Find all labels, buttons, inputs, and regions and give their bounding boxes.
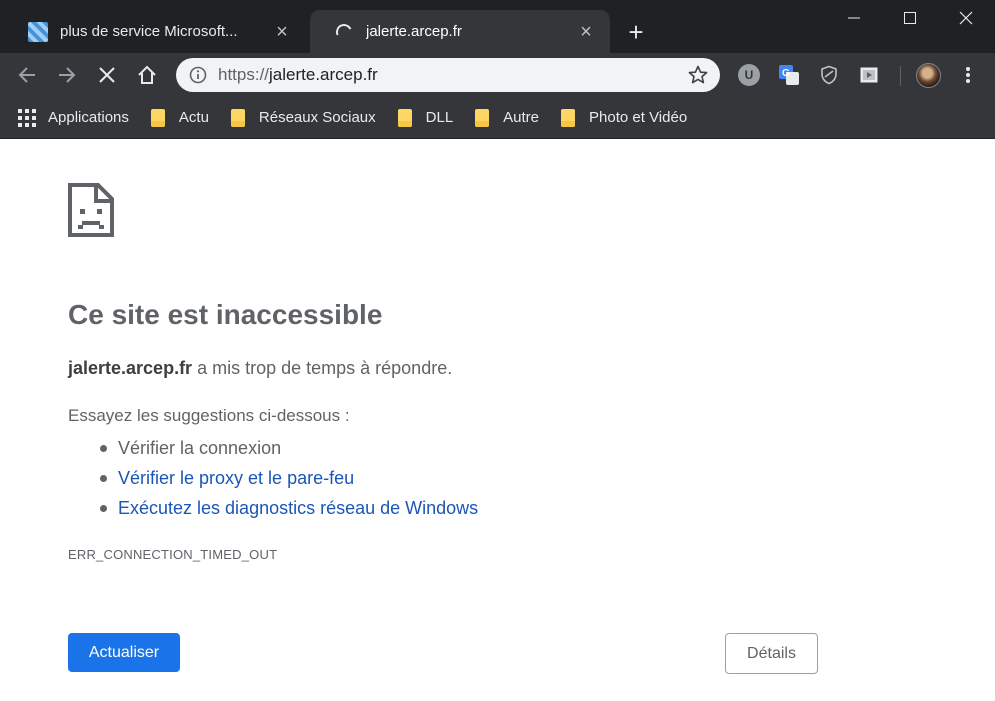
error-summary-text: a mis trop de temps à répondre. <box>192 358 453 378</box>
bookmark-label: Actu <box>178 109 209 126</box>
video-icon[interactable] <box>858 64 880 86</box>
bookmark-dll[interactable]: DLL <box>397 108 454 127</box>
error-heading: Ce site est inaccessible <box>68 299 383 330</box>
minimize-button[interactable] <box>826 0 882 36</box>
error-page: Ce site est inaccessible jalerte.arcep.f… <box>0 139 995 701</box>
avatar[interactable] <box>916 63 941 88</box>
more-menu-icon[interactable] <box>956 63 980 87</box>
folder-icon <box>150 108 165 127</box>
microsoft-favicon-icon <box>28 21 48 42</box>
url-host: jalerte.arcep.fr <box>269 65 378 84</box>
bookmark-applications[interactable]: Applications <box>18 108 129 127</box>
shield-icon[interactable] <box>818 64 840 86</box>
svg-text:G: G <box>782 68 790 79</box>
stop-icon <box>99 67 115 83</box>
suggestion-check-proxy-link[interactable]: Vérifier le proxy et le pare-feu <box>100 463 478 493</box>
folder-icon <box>561 108 576 127</box>
details-button[interactable]: Détails <box>725 633 818 674</box>
back-icon <box>18 67 35 83</box>
minimize-icon <box>848 17 860 19</box>
error-summary: jalerte.arcep.fr a mis trop de temps à r… <box>68 358 452 379</box>
stop-button[interactable] <box>91 59 123 91</box>
info-icon[interactable] <box>188 65 208 85</box>
toolbar: https://jalerte.arcep.fr U G <box>0 53 995 97</box>
folder-icon <box>230 108 245 127</box>
forward-button[interactable] <box>51 59 83 91</box>
bookmark-photo-et-video[interactable]: Photo et Vidéo <box>561 108 688 127</box>
tab-jalerte[interactable]: jalerte.arcep.fr × <box>310 10 610 53</box>
close-icon <box>959 11 973 25</box>
suggestion-check-connection: Vérifier la connexion <box>100 433 478 463</box>
close-window-button[interactable] <box>938 0 994 36</box>
tab-title: jalerte.arcep.fr <box>366 23 462 40</box>
url-text: https://jalerte.arcep.fr <box>218 65 686 85</box>
bookmark-autre[interactable]: Autre <box>475 108 540 127</box>
title-bar: plus de service Microsoft... × jalerte.a… <box>0 0 995 53</box>
close-icon[interactable]: × <box>576 22 596 42</box>
loading-spinner-icon <box>333 21 355 42</box>
close-icon[interactable]: × <box>272 22 292 42</box>
bookmark-reseaux-sociaux[interactable]: Réseaux Sociaux <box>230 108 376 127</box>
error-code: ERR_CONNECTION_TIMED_OUT <box>68 547 278 562</box>
url-scheme: https:// <box>218 65 270 84</box>
home-button[interactable] <box>131 59 163 91</box>
sad-page-icon <box>68 183 114 237</box>
tab-title: plus de service Microsoft... <box>60 23 238 40</box>
maximize-button[interactable] <box>882 0 938 36</box>
forward-icon <box>59 67 76 83</box>
tab-microsoft[interactable]: plus de service Microsoft... × <box>4 10 306 53</box>
bookmark-label: Applications <box>48 109 129 126</box>
suggestion-windows-diagnostics-link[interactable]: Exécutez les diagnostics réseau de Windo… <box>100 493 478 523</box>
new-tab-button[interactable]: + <box>622 17 650 47</box>
bookmarks-bar: Applications Actu Réseaux Sociaux DLL Au… <box>0 97 995 139</box>
maximize-icon <box>904 12 916 24</box>
apps-grid-icon <box>18 108 36 127</box>
back-button[interactable] <box>11 59 43 91</box>
suggestions-list: Vérifier la connexion Vérifier le proxy … <box>100 433 478 523</box>
suggestions-title: Essayez les suggestions ci-dessous : <box>68 406 350 425</box>
translate-icon[interactable]: G <box>778 64 800 86</box>
address-bar[interactable]: https://jalerte.arcep.fr <box>176 58 720 92</box>
toolbar-separator <box>900 66 901 86</box>
star-icon[interactable] <box>686 63 710 87</box>
bookmark-actu[interactable]: Actu <box>150 108 209 127</box>
home-icon <box>138 65 156 84</box>
folder-icon <box>397 108 412 127</box>
bookmark-label: Réseaux Sociaux <box>258 109 376 126</box>
bookmark-label: DLL <box>425 109 454 126</box>
extension-u-icon[interactable]: U <box>738 64 760 86</box>
bookmark-label: Photo et Vidéo <box>589 109 688 126</box>
error-host: jalerte.arcep.fr <box>68 358 193 378</box>
bookmark-label: Autre <box>503 109 540 126</box>
reload-button[interactable]: Actualiser <box>68 633 180 672</box>
folder-icon <box>475 108 490 127</box>
